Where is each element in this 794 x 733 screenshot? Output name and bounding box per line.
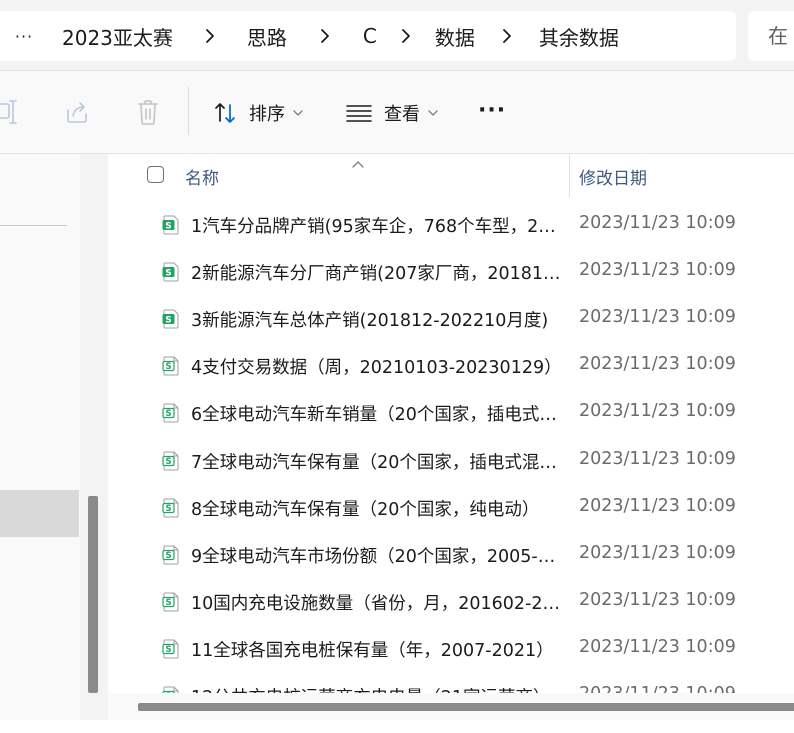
share-icon[interactable] [64,98,90,130]
column-header-modified[interactable]: 修改日期 [579,164,647,189]
file-modified-date: 2023/11/23 10:09 [579,542,736,563]
svg-text:S: S [165,221,171,231]
chevron-right-icon[interactable] [477,28,537,44]
svg-text:S: S [165,268,171,278]
view-list-icon [346,105,372,122]
file-row[interactable]: S 8全球电动汽车保有量（20个国家，纯电动） 2023/11/23 10:09 [108,484,794,531]
file-name: 10国内充电设施数量（省份，月，201602-202210） [191,593,563,614]
file-row[interactable]: S 11全球各国充电桩保有量（年，2007-2021） 2023/11/23 10:… [108,625,794,672]
file-name: 8全球电动汽车保有量（20个国家，纯电动） [191,499,540,520]
file-name: 6全球电动汽车新车销量（20个国家，插电式混动） [191,405,563,426]
navigation-pane [0,154,80,720]
breadcrumb-item-2023[interactable]: 2023亚太赛 [60,22,175,51]
column-header: 名称 修改日期 [108,154,794,197]
file-row[interactable]: S 9全球电动汽车市场份额（20个国家，2005-2022） 2023/11/23 … [108,531,794,578]
spreadsheet-outline-icon: S [162,356,180,380]
more-options-button[interactable]: ··· [478,100,506,122]
file-modified-date: 2023/11/23 10:09 [579,260,736,281]
sort-button[interactable]: 排序 [213,71,303,155]
column-resize-handle[interactable] [569,154,570,197]
file-row[interactable]: S 4支付交易数据（周，20210103-20230129） 2023/11/23 … [108,342,794,389]
file-list: 名称 修改日期 S 1汽车分品牌产销(95家车企，768个车型，2018-2022… [108,154,794,720]
spreadsheet-green-icon: S [162,309,180,333]
breadcrumb-item-c[interactable]: C [361,24,379,48]
file-modified-date: 2023/11/23 10:09 [579,401,736,422]
view-label: 查看 [384,104,420,125]
file-row[interactable]: S 7全球电动汽车保有量（20个国家，插电式混动） 2023/11/23 10:09 [108,437,794,484]
spreadsheet-outline-icon: S [162,639,180,663]
file-row[interactable]: S 2新能源汽车分厂商产销(207家厂商，201812-202210) 2023/1… [108,248,794,295]
rename-icon[interactable] [0,98,20,130]
svg-text:S: S [165,315,171,325]
file-row[interactable]: S 6全球电动汽车新车销量（20个国家，插电式混动） 2023/11/23 10:0… [108,389,794,436]
file-modified-date: 2023/11/23 10:09 [579,495,736,516]
spreadsheet-outline-icon: S [162,451,180,475]
spreadsheet-outline-icon: S [162,403,180,427]
spreadsheet-green-icon: S [162,215,180,239]
nav-divider [0,225,67,226]
file-name: 2新能源汽车分厂商产销(207家厂商，201812-202210) [191,264,563,285]
select-all-checkbox[interactable] [147,166,164,183]
spreadsheet-outline-icon: S [162,545,180,569]
svg-text:S: S [165,457,171,467]
nav-scrollbar-thumb[interactable] [88,496,98,693]
breadcrumb-item-current[interactable]: 其余数据 [537,22,621,51]
horizontal-scrollbar-thumb[interactable] [138,703,794,711]
chevron-right-icon[interactable] [289,28,361,44]
breadcrumb[interactable]: ··· 2023亚太赛 思路 C 数据 其余数据 [0,11,736,61]
file-modified-date: 2023/11/23 10:09 [579,448,736,469]
sort-icon [215,103,235,123]
svg-text:S: S [165,645,171,655]
chevron-down-icon [428,110,438,116]
toolbar-divider [188,87,189,135]
column-header-name[interactable]: 名称 [185,164,219,189]
svg-text:S: S [165,551,171,561]
search-input[interactable]: 在 [748,11,794,61]
view-button[interactable]: 查看 [346,71,438,155]
breadcrumb-item-silu[interactable]: 思路 [245,22,289,51]
spreadsheet-green-icon: S [162,262,180,286]
file-row[interactable]: S 1汽车分品牌产销(95家车企，768个车型，2018-2022) 2023/11… [108,201,794,248]
nav-item-selected[interactable] [0,490,79,537]
svg-text:S: S [165,598,171,608]
file-modified-date: 2023/11/23 10:09 [579,636,736,657]
breadcrumb-more-button[interactable]: ··· [2,27,46,46]
chevron-right-icon[interactable] [379,28,433,44]
spreadsheet-outline-icon: S [162,498,180,522]
file-row[interactable]: S 3新能源汽车总体产销(201812-202210月度) 2023/11/23 1… [108,295,794,342]
file-modified-date: 2023/11/23 10:09 [579,307,736,328]
file-name: 3新能源汽车总体产销(201812-202210月度) [191,311,549,332]
file-modified-date: 2023/11/23 10:09 [579,354,736,375]
file-name: 4支付交易数据（周，20210103-20230129） [191,358,562,379]
horizontal-scrollbar[interactable] [108,693,794,720]
file-name: 9全球电动汽车市场份额（20个国家，2005-2022） [191,546,563,567]
chevron-right-icon[interactable] [175,28,245,44]
file-modified-date: 2023/11/23 10:09 [579,589,736,610]
spreadsheet-outline-icon: S [162,592,180,616]
address-bar-row: ··· 2023亚太赛 思路 C 数据 其余数据 在 [0,0,794,70]
file-name: 11全球各国充电桩保有量（年，2007-2021） [191,640,554,661]
file-modified-date: 2023/11/23 10:09 [579,213,736,233]
chevron-down-icon [293,110,303,116]
svg-text:S: S [165,362,171,372]
svg-text:S: S [165,504,171,514]
svg-text:S: S [165,409,171,419]
sort-label: 排序 [249,104,285,125]
breadcrumb-item-shuju[interactable]: 数据 [433,22,477,51]
file-name: 1汽车分品牌产销(95家车企，768个车型，2018-2022) [191,217,563,237]
file-name: 7全球电动汽车保有量（20个国家，插电式混动） [191,452,563,473]
delete-icon[interactable] [136,98,160,130]
file-row[interactable]: S 10国内充电设施数量（省份，月，201602-202210） 2023/11/2… [108,578,794,625]
command-bar: 排序 查看 ··· [0,70,794,154]
